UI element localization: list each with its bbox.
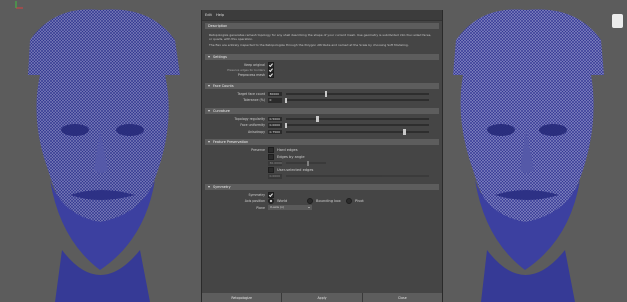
preprocess-checkbox[interactable] [268,72,274,79]
edges-by-angle-label: Edges by angle [277,154,305,159]
mesh-view-left [28,9,180,302]
curvature-frame: Curvature Topology regularity 0.5000 Fac… [205,107,439,138]
axis-gizmo-icon [15,1,23,9]
user-edges-checkbox[interactable] [268,166,274,173]
target-face-count-label: Target face count [237,91,265,96]
description-frame: Description Retopologize generates remes… [205,23,439,52]
slider-thumb[interactable] [316,116,319,122]
world-radio[interactable] [268,198,274,205]
anisotropy-label: Anisotropy [247,129,265,134]
viewport-scroll-handle[interactable] [612,14,623,28]
user-edges-label: User-selected edges [277,167,314,172]
slider-thumb[interactable] [306,160,310,167]
plane-label: Plane [256,205,265,210]
bounding-box-radio[interactable] [307,198,313,205]
close-button[interactable]: Close [362,293,442,302]
bounding-box-label: Bounding box [316,199,341,204]
user-edges-field[interactable]: 0.0000 [268,174,282,179]
target-face-count-slider[interactable] [286,91,429,97]
mesh-view-right [453,9,604,302]
symmetry-checkbox[interactable] [268,191,274,198]
menu-help[interactable]: Help [216,13,224,17]
apply-button[interactable]: Apply [282,293,362,302]
retopologize-options-window: Edit Help Description Retopologize gener… [201,10,443,302]
topology-regularity-field[interactable]: 0.5000 [268,116,282,122]
edges-by-angle-checkbox[interactable] [268,153,274,160]
hard-edges-label: Hard edges [277,148,298,153]
curvature-title: Curvature [213,108,230,113]
collapse-arrow-icon [208,185,210,188]
world-label: World [277,199,288,204]
tolerance-field[interactable]: 0 [268,98,282,103]
symmetry-label: Symmetry [248,192,265,197]
hard-edges-checkbox[interactable] [268,147,274,154]
keep-original-sublabel: Preserve edges for borders [227,68,265,73]
slider-thumb[interactable] [403,129,406,135]
tolerance-label: Tolerance (%) [243,98,265,103]
description-text-2: The flex are entirely inspected to the R… [209,43,409,48]
topology-regularity-label: Topology regularity [234,116,265,121]
collapse-arrow-icon [208,84,210,87]
face-uniformity-slider[interactable] [284,122,429,129]
pivot-label: Pivot [355,199,364,204]
keep-original-label: Keep original [244,62,265,67]
angle-field[interactable]: 30.0000 [268,161,282,166]
face-uniformity-label: Face uniformity [240,123,265,128]
menu-bar: Edit Help [202,10,442,21]
symmetry-frame: Symmetry Symmetry Axis position World Bo… [205,183,439,214]
target-face-count-field[interactable]: 30000 [268,91,282,97]
face-count-title: Face Counts [213,83,234,88]
menu-edit[interactable]: Edit [205,13,212,17]
plane-select[interactable]: X-axis (x) [268,205,312,211]
tolerance-slider[interactable] [284,97,429,104]
slider-thumb[interactable] [324,91,328,97]
description-text-1: Retopologize generates remesh topology f… [209,33,432,42]
retopologize-button[interactable]: Retopologize [202,293,282,302]
anisotropy-field[interactable]: 0.7500 [268,129,282,135]
feature-preservation-frame: Feature Preservation Preserve Hard edges… [205,139,439,182]
description-title: Description [208,24,228,28]
collapse-arrow-icon [208,55,210,58]
symmetry-title: Symmetry [213,184,231,189]
preserve-label: Preserve [251,148,265,153]
slider-thumb[interactable] [284,122,288,129]
pivot-radio[interactable] [346,198,352,205]
topology-regularity-slider[interactable] [286,116,429,122]
face-count-frame: Face Counts Target face count 30000 Tole… [205,82,439,106]
settings-frame: Settings Keep original Preserve edges fo… [205,53,439,81]
button-bar: Retopologize Apply Close [202,293,442,302]
collapse-arrow-icon [208,141,210,144]
feature-preservation-title: Feature Preservation [213,140,249,145]
user-edges-slider[interactable] [286,175,429,178]
preprocess-label: Preprocess mesh [237,73,265,78]
settings-title: Settings [213,54,227,59]
slider-thumb[interactable] [284,97,288,104]
collapse-arrow-icon [208,109,210,112]
angle-slider[interactable] [286,160,326,167]
axis-position-label: Axis position [244,199,265,204]
anisotropy-slider[interactable] [286,129,429,135]
face-uniformity-field[interactable]: 0.0000 [268,123,282,128]
